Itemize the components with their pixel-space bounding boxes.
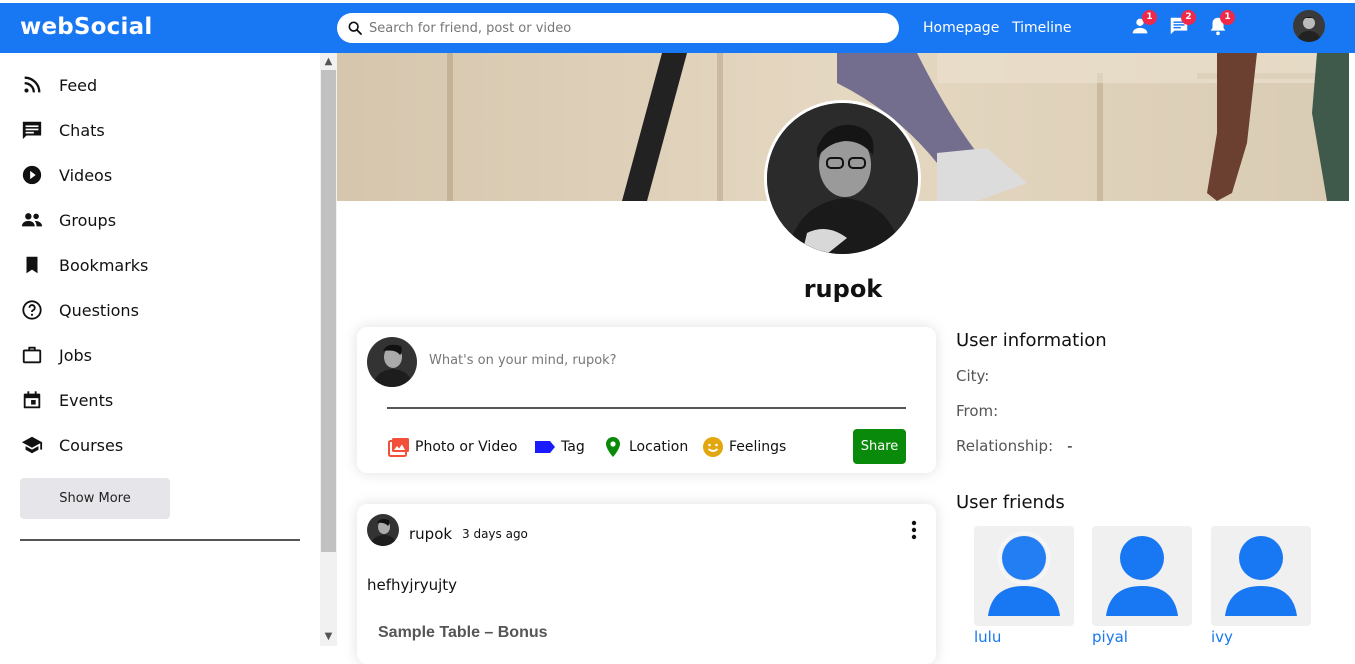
app-logo[interactable]: webSocial [20, 14, 152, 40]
notifications-badge: 1 [1220, 10, 1235, 25]
sidebar-item-bookmarks[interactable]: Bookmarks [20, 250, 148, 280]
post-image-title: Sample Table – Bonus [378, 624, 548, 641]
sidebar-item-groups[interactable]: Groups [20, 205, 116, 235]
group-icon [21, 213, 43, 227]
sidebar-item-feed[interactable]: Feed [20, 70, 97, 100]
sidebar-item-videos[interactable]: Videos [20, 160, 112, 190]
info-value: - [1067, 437, 1073, 455]
search-icon [348, 21, 362, 35]
timeline-link[interactable]: Timeline [1012, 20, 1072, 36]
photo-icon [388, 438, 409, 457]
messages-badge: 2 [1181, 10, 1196, 25]
option-label: Tag [561, 439, 585, 455]
sidebar-item-label: Groups [59, 210, 117, 230]
feelings-option[interactable]: Feelings [701, 435, 786, 459]
label-icon [535, 441, 555, 453]
sidebar-item-label: Feed [59, 75, 98, 95]
sidebar-item-label: Chats [59, 120, 105, 140]
search-bar[interactable] [337, 13, 899, 43]
friend-item[interactable]: piyal [1092, 526, 1192, 646]
sidebar-item-label: Courses [59, 435, 124, 455]
post-username[interactable]: rupok [409, 525, 452, 543]
post-text: hefhyjryujty [367, 576, 458, 594]
friend-avatar-icon [1092, 526, 1192, 626]
friend-name[interactable]: lulu [974, 628, 1001, 646]
share-card: Photo or Video Tag Location Feelings Sha… [357, 327, 936, 473]
option-label: Photo or Video [415, 439, 518, 455]
info-from: From: [956, 402, 1012, 420]
bookmark-icon [26, 256, 38, 274]
info-label: City: [956, 367, 990, 385]
show-more-button[interactable]: Show More [20, 478, 170, 519]
sidebar-scrollbar-thumb[interactable] [321, 70, 336, 552]
scroll-up-arrow-icon[interactable]: ▲ [322, 55, 335, 69]
briefcase-icon [22, 346, 42, 364]
chat-icon [22, 121, 42, 140]
option-label: Location [629, 439, 689, 455]
user-avatar[interactable] [1293, 10, 1325, 42]
sidebar-item-label: Bookmarks [59, 255, 149, 275]
page-scrollbar[interactable] [1349, 53, 1355, 646]
profile-name: rupok [803, 275, 883, 303]
share-divider [387, 407, 906, 409]
location-pin-icon [606, 437, 620, 457]
info-city: City: [956, 367, 1003, 385]
share-input[interactable] [429, 353, 899, 368]
friend-requests-button[interactable]: 1 [1129, 10, 1157, 39]
friend-name[interactable]: ivy [1211, 628, 1233, 646]
emoji-icon [703, 437, 723, 457]
post-avatar[interactable] [367, 514, 399, 546]
info-relationship: Relationship: - [956, 437, 1073, 455]
friend-item[interactable]: lulu [974, 526, 1074, 646]
post-timestamp: 3 days ago [462, 527, 528, 541]
sidebar-item-chats[interactable]: Chats [20, 115, 105, 145]
calendar-icon [23, 391, 41, 409]
tag-option[interactable]: Tag [533, 435, 585, 459]
search-input[interactable] [369, 18, 869, 38]
post-card: rupok 3 days ago hefhyjryujty Sample Tab… [357, 504, 936, 664]
more-vert-icon[interactable] [904, 518, 924, 542]
option-label: Feelings [729, 439, 787, 455]
info-label: From: [956, 402, 999, 420]
friend-avatar-icon [974, 526, 1074, 626]
sidebar-item-courses[interactable]: Courses [20, 430, 123, 460]
sidebar-item-label: Questions [59, 300, 139, 320]
friend-avatar-icon [1211, 526, 1311, 626]
user-friends-title: User friends [956, 492, 1065, 513]
user-information-title: User information [956, 330, 1107, 351]
play-circle-icon [22, 165, 42, 185]
profile-picture[interactable] [764, 100, 921, 257]
sidebar-item-label: Videos [59, 165, 113, 185]
photo-or-video-option[interactable]: Photo or Video [387, 435, 517, 459]
sidebar-item-label: Jobs [59, 345, 92, 365]
friend-item[interactable]: ivy [1211, 526, 1311, 646]
sidebar-item-jobs[interactable]: Jobs [20, 340, 92, 370]
homepage-link[interactable]: Homepage [923, 20, 999, 36]
rss-feed-icon [24, 76, 41, 93]
sidebar: Feed Chats Videos Groups Bookmarks Quest… [0, 53, 320, 646]
info-label: Relationship: [956, 437, 1054, 455]
sidebar-item-label: Events [59, 390, 114, 410]
sidebar-item-questions[interactable]: Questions [20, 295, 139, 325]
share-avatar [367, 337, 417, 387]
sidebar-item-events[interactable]: Events [20, 385, 113, 415]
school-icon [21, 436, 43, 454]
notifications-button[interactable]: 1 [1207, 10, 1235, 39]
sidebar-divider [20, 539, 300, 541]
location-option[interactable]: Location [601, 435, 688, 459]
share-button[interactable]: Share [853, 429, 906, 464]
friend-name[interactable]: piyal [1092, 628, 1128, 646]
messages-button[interactable]: 2 [1168, 10, 1196, 39]
scroll-down-arrow-icon[interactable]: ▼ [322, 630, 335, 644]
friend-requests-badge: 1 [1142, 10, 1157, 25]
top-bar: webSocial Homepage Timeline 1 2 1 [0, 0, 1355, 53]
help-circle-icon [22, 300, 42, 320]
